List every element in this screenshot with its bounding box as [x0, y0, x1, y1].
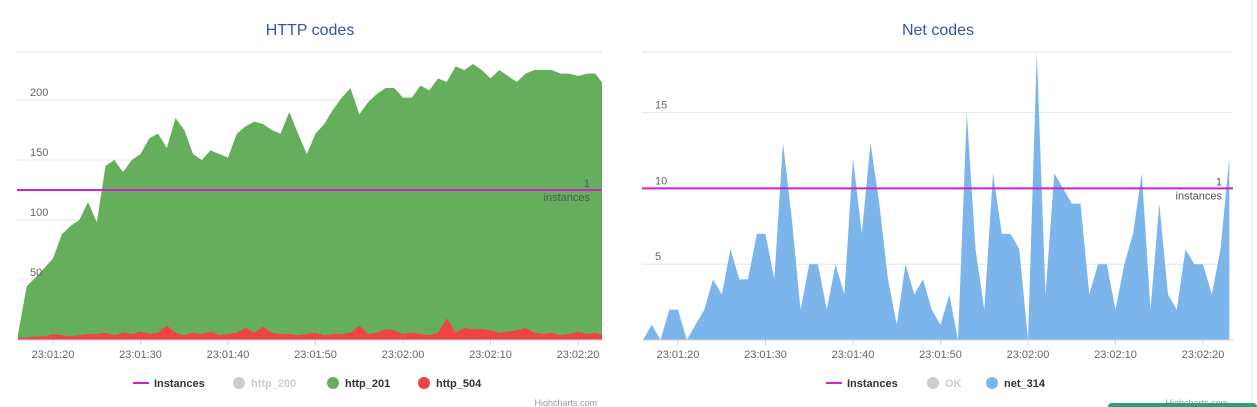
x-tick-label: 23:01:20: [32, 349, 75, 361]
x-tick-label: 23:01:20: [657, 349, 700, 361]
legend-symbol: [927, 377, 939, 389]
x-tick-label: 23:02:20: [1182, 349, 1225, 361]
x-tick-label: 23:02:00: [382, 349, 425, 361]
legend-symbol: [327, 377, 339, 389]
legend-symbol: [418, 377, 430, 389]
legend-item-ok[interactable]: OK: [927, 377, 962, 390]
legend-label: http_504: [436, 378, 482, 390]
legend-item-http_200[interactable]: http_200: [233, 377, 296, 390]
x-tick-label: 23:02:20: [557, 349, 600, 361]
series-areas: [643, 52, 1230, 340]
legend-label: net_314: [1004, 378, 1046, 390]
x-tick-label: 23:01:50: [919, 349, 962, 361]
x-tick-label: 23:02:00: [1007, 349, 1050, 361]
plot-line-label-unit: instances: [1176, 190, 1223, 202]
y-tick-label: 5: [655, 251, 661, 263]
plot-area: [643, 52, 1230, 340]
y-axis-ticks: 5 10 15: [655, 100, 667, 264]
legend-item-instances[interactable]: Instances: [826, 378, 898, 390]
legend-item-http_201[interactable]: http_201: [327, 377, 390, 390]
x-axis-ticks: 23:01:20 23:01:30 23:01:40 23:01:50 23:02:00…: [657, 340, 1225, 361]
legend-item-http_504[interactable]: http_504: [418, 377, 482, 390]
y-tick-label: 15: [655, 100, 667, 112]
y-tick-label: 100: [30, 207, 48, 219]
x-tick-label: 23:01:30: [119, 349, 162, 361]
x-tick-label: 23:01:40: [832, 349, 875, 361]
chart-title: Net codes: [902, 22, 974, 39]
legend: Instances http_200 http_201 http_504: [133, 377, 482, 390]
scroll-indicator[interactable]: [1108, 403, 1257, 407]
http-codes-chart: HTTP codes 1 instances 50 100 150 200 23:01:…: [17, 22, 602, 407]
y-tick-label: 200: [30, 87, 48, 99]
charts-canvas: HTTP codes 1 instances 50 100 150 200 23:01:…: [17, 0, 1257, 407]
plot-line-label-count: 1: [584, 178, 590, 190]
legend-label: http_201: [345, 378, 390, 390]
x-tick-label: 23:01:40: [207, 349, 250, 361]
legend: Instances OK net_314: [826, 377, 1046, 390]
instances-plot-line: 1 instances: [642, 176, 1233, 202]
x-tick-label: 23:01:50: [294, 349, 337, 361]
x-tick-label: 23:02:10: [1094, 349, 1137, 361]
legend-label: Instances: [154, 378, 205, 390]
net-codes-chart: Net codes 1instances 51015 23:01:20 23:01…: [642, 22, 1233, 407]
legend-label: OK: [945, 378, 962, 390]
x-axis-ticks: 23:01:20 23:01:30 23:01:40 23:01:50 23:02:00…: [32, 340, 600, 361]
legend-item-instances[interactable]: Instances: [133, 378, 205, 390]
credit-text[interactable]: Highcharts.com: [534, 398, 597, 407]
plot-line-label-unit: instances: [544, 192, 591, 204]
legend-label: Instances: [847, 378, 898, 390]
y-tick-label: 150: [30, 147, 48, 159]
chart-title: HTTP codes: [266, 22, 355, 39]
x-tick-label: 23:02:10: [469, 349, 512, 361]
series-area-net_314[interactable]: [643, 52, 1230, 340]
legend-symbol: [986, 377, 998, 389]
x-tick-label: 23:01:30: [744, 349, 787, 361]
plot-line-label-count: 1: [1216, 176, 1222, 188]
legend-label: http_200: [251, 378, 296, 390]
y-tick-label: 50: [30, 267, 42, 279]
y-tick-label: 10: [655, 175, 667, 187]
y-axis-ticks: 50 100 150 200: [30, 87, 48, 279]
legend-symbol: [233, 377, 245, 389]
legend-item-net_314[interactable]: net_314: [986, 377, 1046, 390]
